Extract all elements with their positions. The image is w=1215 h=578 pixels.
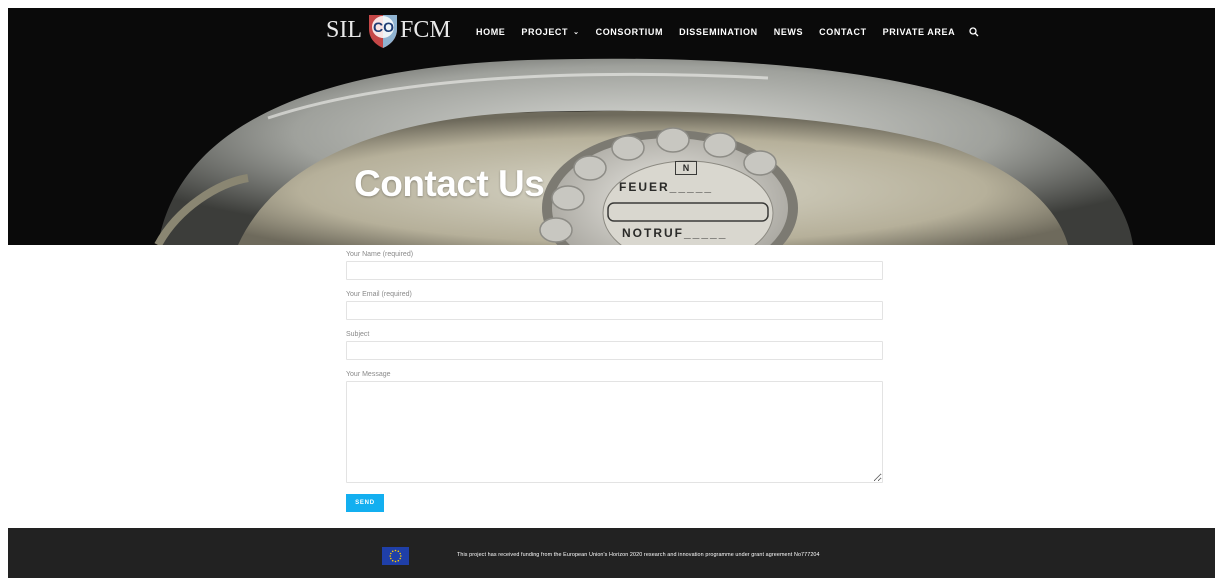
- site-footer: This project has received funding from t…: [8, 528, 1215, 578]
- search-icon[interactable]: [969, 27, 979, 37]
- funding-notice: This project has received funding from t…: [457, 552, 820, 558]
- nav-item-news[interactable]: NEWS: [774, 27, 803, 37]
- name-group: Your Name (required): [346, 250, 883, 280]
- email-group: Your Email (required): [346, 290, 883, 320]
- nav-item-project[interactable]: PROJECT ⌄: [521, 27, 579, 37]
- main-nav: HOME PROJECT ⌄ CONSORTIUM DISSEMINATION N…: [476, 23, 979, 41]
- message-label: Your Message: [346, 371, 391, 378]
- nav-item-contact[interactable]: CONTACT: [819, 27, 867, 37]
- logo-text-right: FCM: [400, 17, 451, 43]
- nav-item-dissemination[interactable]: DISSEMINATION: [679, 27, 758, 37]
- nav-item-consortium[interactable]: CONSORTIUM: [596, 27, 664, 37]
- nav-item-label: DISSEMINATION: [679, 27, 758, 37]
- nav-item-label: PRIVATE AREA: [882, 27, 956, 37]
- nav-item-label: NEWS: [773, 27, 804, 37]
- nav-item-label: PROJECT: [521, 27, 569, 37]
- subject-label: Subject: [346, 331, 370, 338]
- site-logo[interactable]: SIL CO FCM: [326, 11, 451, 49]
- contact-form: Your Name (required) Your Email (require…: [346, 250, 883, 493]
- telephone-photo: [8, 8, 1215, 245]
- nav-item-label: HOME: [476, 27, 506, 37]
- email-field[interactable]: [346, 301, 883, 320]
- email-label: Your Email (required): [346, 291, 412, 298]
- logo-text-mid: CO: [373, 19, 394, 35]
- send-button[interactable]: SEND: [346, 494, 384, 512]
- hero-banner: SIL CO FCM HOME PROJECT ⌄ CONSORTIUM DISS…: [8, 8, 1215, 245]
- nav-item-private-area[interactable]: PRIVATE AREA: [883, 27, 956, 37]
- eu-flag-icon: [382, 547, 409, 565]
- dial-text-bottom: NOTRUF_____: [622, 226, 728, 240]
- page-title: Contact Us: [354, 163, 545, 204]
- subject-group: Subject: [346, 330, 883, 360]
- message-field[interactable]: [346, 381, 883, 483]
- message-group: Your Message: [346, 370, 883, 483]
- name-field[interactable]: [346, 261, 883, 280]
- nav-item-label: CONSORTIUM: [595, 27, 664, 37]
- nav-item-home[interactable]: HOME: [476, 27, 505, 37]
- subject-field[interactable]: [346, 341, 883, 360]
- dial-text-top: FEUER_____: [619, 180, 714, 194]
- dial-logo: N: [675, 161, 697, 175]
- nav-item-label: CONTACT: [819, 27, 867, 37]
- name-label: Your Name (required): [346, 251, 414, 258]
- logo-text-left: SIL: [326, 17, 362, 43]
- chevron-down-icon: ⌄: [573, 29, 580, 36]
